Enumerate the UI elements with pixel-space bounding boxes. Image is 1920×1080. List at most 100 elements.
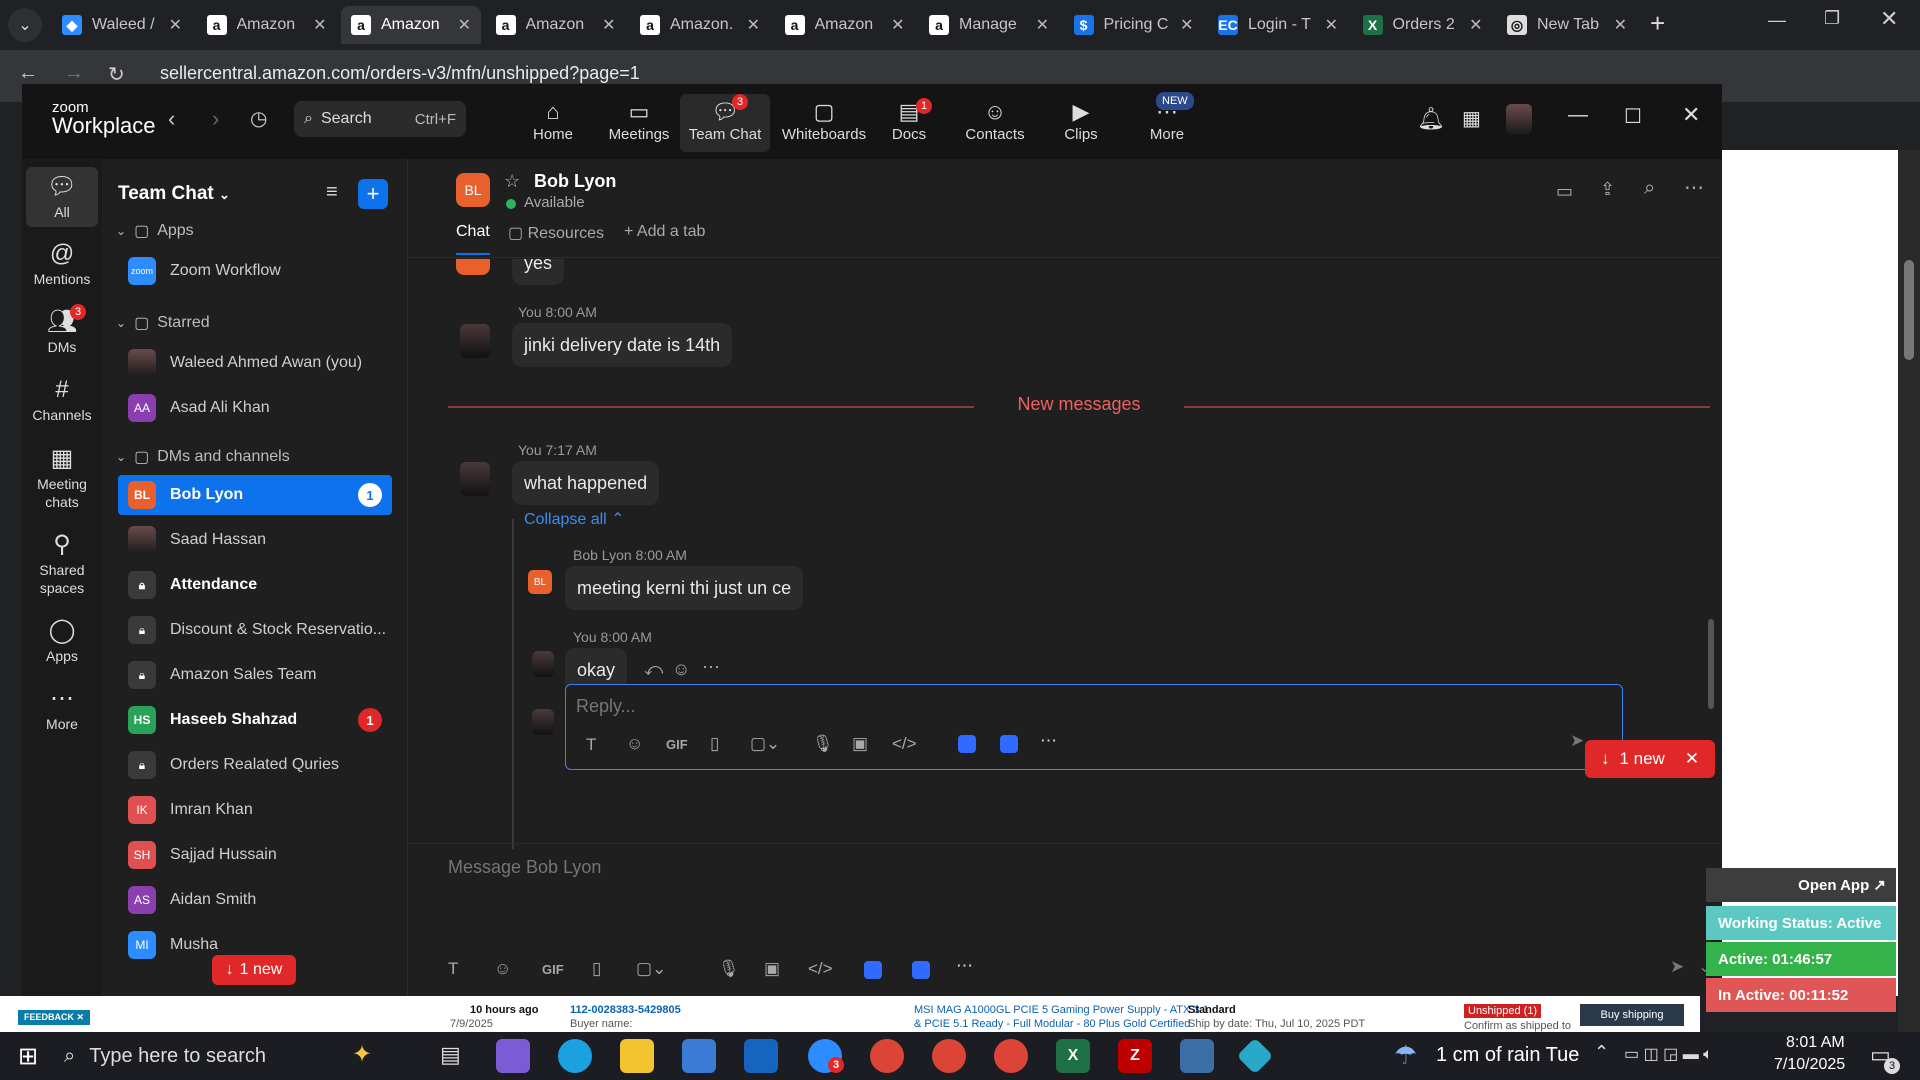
taskbar-search[interactable]: ⌕ Type here to search xyxy=(64,1032,364,1080)
nav-whiteboards[interactable]: ▢ Whiteboards xyxy=(774,98,874,143)
list-item[interactable]: 🔒︎ Attendance xyxy=(118,565,392,605)
screenshot-icon[interactable]: ▢⌄ xyxy=(636,959,666,979)
tab-close-icon[interactable]: ✕ xyxy=(602,15,615,35)
star-icon[interactable]: ☆ xyxy=(504,171,520,192)
list-item[interactable]: AA Asad Ali Khan xyxy=(118,388,392,428)
app-icon-blue-2[interactable] xyxy=(1000,735,1018,753)
taskbar-app-chrome-3[interactable] xyxy=(994,1039,1028,1073)
video-message-icon[interactable]: ▣ xyxy=(852,734,868,754)
nav-meetings[interactable]: ▭ Meetings xyxy=(594,98,684,143)
format-text-icon[interactable]: T xyxy=(586,735,596,755)
reply-icon[interactable]: ⤺ xyxy=(644,659,663,680)
nav-team-chat[interactable]: 💬︎ Team Chat 3 xyxy=(680,94,770,152)
contact-avatar[interactable]: BL xyxy=(456,173,490,207)
tab-close-icon[interactable]: ✕ xyxy=(747,15,760,35)
message-bubble[interactable]: jinki delivery date is 14th xyxy=(512,323,733,367)
new-chat-button[interactable]: + xyxy=(358,179,388,209)
collapse-all-link[interactable]: Collapse all ⌃ xyxy=(524,509,625,529)
rail-shared-spaces[interactable]: ⚲ Shared spaces xyxy=(26,525,98,603)
rail-meeting-chats[interactable]: ▦ Meeting chats xyxy=(26,439,98,517)
taskbar-app-copilot[interactable] xyxy=(496,1039,530,1073)
gif-button[interactable]: GIF xyxy=(666,737,688,752)
browser-tab[interactable]: X Orders 2 ✕ xyxy=(1353,6,1493,44)
browser-tab[interactable]: a Amazon ✕ xyxy=(775,6,915,44)
tab-close-icon[interactable]: ✕ xyxy=(891,15,904,35)
emoji-icon[interactable]: ☺ xyxy=(494,959,511,979)
more-options-icon[interactable]: ⋯ xyxy=(1684,175,1704,200)
taskbar-app-calculator[interactable] xyxy=(1180,1039,1214,1073)
app-icon-blue[interactable] xyxy=(864,961,882,979)
forward-icon[interactable]: → xyxy=(64,62,84,85)
taskbar-app-chrome-1[interactable] xyxy=(870,1039,904,1073)
windows-start-icon[interactable]: ⊞ xyxy=(18,1042,38,1071)
search-chat-icon[interactable]: ⌕ xyxy=(1644,177,1655,200)
video-message-icon[interactable]: ▣ xyxy=(764,959,780,979)
code-icon[interactable]: </> xyxy=(892,734,917,754)
taskbar-app-explorer[interactable] xyxy=(620,1039,654,1073)
forward-arrow-icon[interactable]: › xyxy=(212,106,219,132)
taskbar-app-excel[interactable]: X xyxy=(1056,1039,1090,1073)
rail-apps[interactable]: ◯ Apps xyxy=(26,611,98,671)
tab-close-icon[interactable]: ✕ xyxy=(169,15,182,35)
send-icon[interactable]: ➤ xyxy=(1670,957,1684,977)
browser-tab[interactable]: ◎ New Tab ✕ xyxy=(1497,6,1637,44)
taskbar-app-edge[interactable] xyxy=(558,1039,592,1073)
browser-tab[interactable]: EC Login - T ✕ xyxy=(1208,6,1348,44)
reply-bubble[interactable]: meeting kerni thi just un ce xyxy=(565,566,804,610)
tab-close-icon[interactable]: ✕ xyxy=(1325,15,1338,35)
browser-tab[interactable]: $ Pricing C ✕ xyxy=(1064,6,1204,44)
search-button[interactable]: ⌕ Search Ctrl+F xyxy=(294,101,466,137)
taskbar-app-zoom[interactable]: 3 xyxy=(808,1039,844,1073)
taskbar-app-chrome-2[interactable] xyxy=(932,1039,966,1073)
list-item[interactable]: zoom Zoom Workflow xyxy=(118,251,392,291)
clock-time[interactable]: 8:01 AM xyxy=(1786,1034,1845,1052)
scroll-thumb[interactable] xyxy=(1904,260,1914,360)
task-view-icon[interactable]: ▤ xyxy=(440,1042,461,1068)
tab-list-dropdown[interactable]: ⌄ xyxy=(8,8,42,42)
list-item[interactable]: IK Imran Khan xyxy=(118,790,392,830)
nav-home[interactable]: ⌂ Home xyxy=(508,98,598,143)
share-screen-icon[interactable]: ⇪ xyxy=(1600,179,1615,200)
microphone-icon[interactable]: 🎙︎ xyxy=(812,734,834,754)
close-icon[interactable]: ✕ xyxy=(1685,749,1699,769)
tab-chat[interactable]: Chat xyxy=(456,223,490,255)
open-app-button[interactable]: Open App ↗ xyxy=(1706,868,1896,902)
weather-icon[interactable]: ☂ xyxy=(1394,1040,1417,1071)
list-item[interactable]: HS Haseeb Shahzad 1 xyxy=(118,700,392,740)
emoji-icon[interactable]: ☺ xyxy=(626,734,643,754)
file-icon[interactable]: ▯ xyxy=(592,959,601,979)
order-id-link[interactable]: 112-0028383-5429805 xyxy=(570,1004,681,1016)
avatar[interactable] xyxy=(1506,104,1532,134)
browser-tab[interactable]: a Amazon ✕ xyxy=(486,6,626,44)
section-apps[interactable]: ⌄ ▢ Apps xyxy=(116,221,194,241)
list-item[interactable]: SH Sajjad Hussain xyxy=(118,835,392,875)
app-icon-blue[interactable] xyxy=(958,735,976,753)
section-starred[interactable]: ⌄ ▢ Starred xyxy=(116,313,210,333)
reply-input[interactable] xyxy=(576,691,1476,721)
taskbar-app-filezilla[interactable]: Z xyxy=(1118,1039,1152,1073)
browser-tab[interactable]: a Amazon ✕ xyxy=(197,6,337,44)
more-actions-icon[interactable]: ⋯ xyxy=(702,657,720,678)
notifications-bell-icon[interactable]: 🔔︎ xyxy=(1417,106,1445,132)
copilot-icon[interactable]: ✦ xyxy=(352,1040,372,1069)
list-item[interactable]: BL Bob Lyon 1 xyxy=(118,475,392,515)
taskbar-app-store[interactable] xyxy=(682,1039,716,1073)
rail-channels[interactable]: # Channels xyxy=(26,370,98,430)
code-icon[interactable]: </> xyxy=(808,959,833,979)
buy-shipping-button[interactable]: Buy shipping xyxy=(1580,1004,1684,1026)
jump-new-button[interactable]: ↓ 1 new ✕ xyxy=(1585,740,1715,778)
message-input[interactable] xyxy=(448,849,1648,885)
more-tools-icon[interactable]: ⋯ xyxy=(956,956,973,976)
filter-icon[interactable]: ≡ xyxy=(326,181,338,204)
list-item[interactable]: Waleed Ahmed Awan (you) xyxy=(118,343,392,383)
format-text-icon[interactable]: T xyxy=(448,959,458,979)
browser-tab[interactable]: ◆ Waleed / ✕ xyxy=(52,6,192,44)
tab-close-icon[interactable]: ✕ xyxy=(1036,15,1049,35)
right-scrollbar[interactable] xyxy=(1898,150,1920,1032)
weather-text[interactable]: 1 cm of rain Tue xyxy=(1436,1044,1579,1067)
message-bubble[interactable]: yes xyxy=(512,259,565,285)
list-item[interactable]: AS Aidan Smith xyxy=(118,880,392,920)
calendar-icon[interactable]: ▦ xyxy=(1462,106,1481,131)
tab-close-icon[interactable]: ✕ xyxy=(1614,15,1627,35)
list-item[interactable]: 🔒︎ Amazon Sales Team xyxy=(118,655,392,695)
